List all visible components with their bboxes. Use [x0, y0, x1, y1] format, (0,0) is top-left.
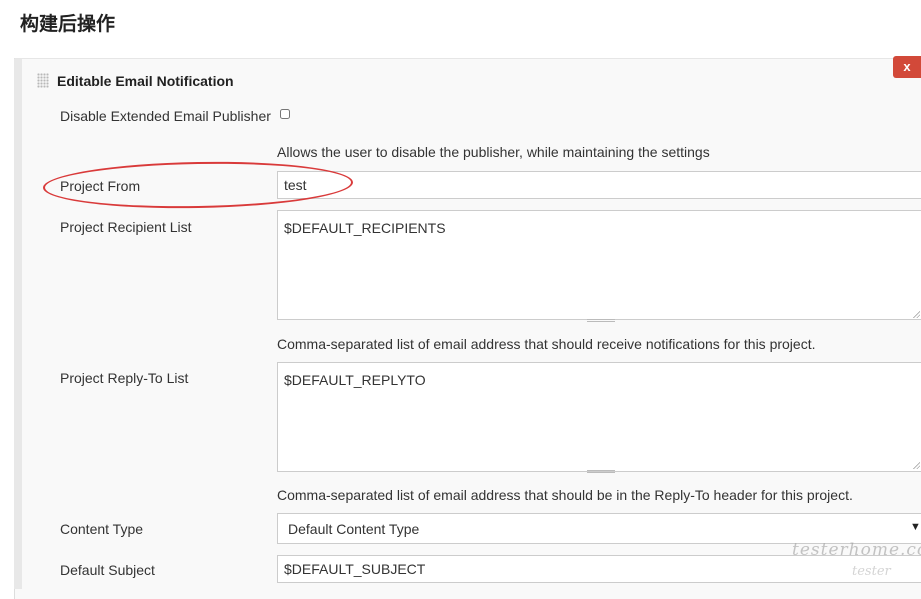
panel-heading: Editable Email Notification — [57, 73, 234, 89]
reply-to-resize-handle-icon[interactable] — [912, 461, 920, 469]
recipient-expand-grip[interactable] — [587, 319, 615, 322]
section-title: 构建后操作 — [20, 13, 116, 35]
watermark-secondary: tester — [852, 564, 891, 579]
recipient-list-label: Project Recipient List — [60, 219, 192, 235]
default-subject-label: Default Subject — [60, 562, 155, 578]
disable-publisher-checkbox[interactable] — [280, 109, 290, 119]
recipient-resize-handle-icon[interactable] — [912, 310, 920, 318]
delete-step-button[interactable]: x — [893, 56, 921, 78]
recipient-list-textarea[interactable]: $DEFAULT_RECIPIENTS — [277, 210, 921, 320]
reply-to-list-textarea[interactable]: $DEFAULT_REPLYTO — [277, 362, 921, 472]
disable-publisher-label: Disable Extended Email Publisher — [60, 108, 271, 124]
reply-to-list-label: Project Reply-To List — [60, 370, 189, 386]
reply-to-list-help: Comma-separated list of email address th… — [277, 487, 853, 503]
disable-publisher-help: Allows the user to disable the publisher… — [277, 144, 710, 160]
drag-handle-icon[interactable] — [37, 73, 49, 88]
dropdown-arrow-icon: ▼ — [910, 521, 921, 533]
project-from-input[interactable] — [277, 171, 921, 199]
panel-left-strip — [14, 59, 22, 589]
reply-to-expand-grip[interactable] — [587, 470, 615, 473]
content-type-label: Content Type — [60, 521, 144, 537]
recipient-list-help: Comma-separated list of email address th… — [277, 336, 816, 352]
content-type-selected: Default Content Type — [288, 521, 420, 537]
watermark: testerhome.com — [792, 540, 921, 560]
